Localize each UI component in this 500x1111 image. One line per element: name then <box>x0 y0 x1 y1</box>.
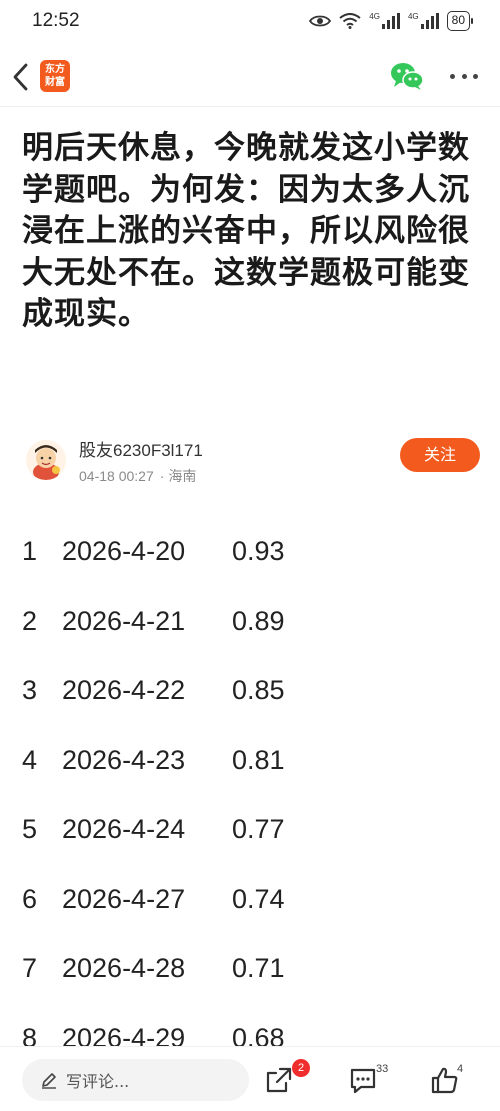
row-number: 2 <box>22 605 38 636</box>
wechat-share-button[interactable] <box>390 61 424 91</box>
comments-button[interactable] <box>348 1065 378 1095</box>
share-icon <box>266 1067 292 1093</box>
share-button[interactable] <box>264 1065 294 1095</box>
network-type-label: 4G <box>407 11 419 21</box>
row-date: 2026-4-27 <box>62 883 186 914</box>
back-arrow-icon <box>13 63 28 91</box>
avatar-icon <box>26 440 66 480</box>
row-date: 2026-4-22 <box>62 675 186 705</box>
row-number: 7 <box>22 953 38 983</box>
comment-bubble-icon <box>350 1068 376 1094</box>
row-number: 4 <box>22 744 38 775</box>
list-item: 6 2026-4-27 0.74 <box>22 878 482 948</box>
list-item: 3 2026-4-22 0.85 <box>22 669 482 739</box>
list-item: 4 2026-4-23 0.81 <box>22 739 482 809</box>
app-logo: 东方 财富 <box>40 60 70 92</box>
row-value: 0.93 <box>232 536 285 566</box>
row-date: 2026-4-28 <box>62 953 186 983</box>
row-number: 3 <box>22 675 38 705</box>
pencil-icon <box>42 1073 56 1089</box>
like-button[interactable] <box>430 1065 460 1095</box>
row-value: 0.74 <box>232 883 285 914</box>
row-date: 2026-4-20 <box>62 536 186 566</box>
comment-count: 33 <box>376 1063 389 1075</box>
comment-placeholder: 写评论... <box>66 1072 130 1091</box>
more-dot-icon <box>461 74 467 79</box>
list-item: 2 2026-4-21 0.89 <box>22 600 482 670</box>
list-item: 1 2026-4-20 0.93 <box>22 530 482 600</box>
status-icons: 4G 4G 80 <box>309 11 474 31</box>
row-value: 0.81 <box>232 744 285 775</box>
status-bar: 12:52 4G 4G 80 <box>0 0 500 44</box>
row-number: 6 <box>22 883 38 914</box>
list-item: 5 2026-4-24 0.77 <box>22 808 482 878</box>
comment-input[interactable]: 写评论... <box>22 1059 249 1101</box>
avatar[interactable] <box>26 440 66 480</box>
like-count: 4 <box>457 1063 464 1075</box>
row-number: 5 <box>22 814 38 844</box>
post-location: 海南 <box>168 468 197 484</box>
bottom-bar: 写评论... 2 33 4 <box>0 1046 500 1111</box>
thumbs-up-icon <box>431 1067 458 1094</box>
follow-button[interactable]: 关注 <box>400 438 480 472</box>
more-options-button[interactable] <box>450 74 478 82</box>
signal-icon <box>420 13 439 29</box>
status-time: 12:52 <box>32 10 80 31</box>
more-dot-icon <box>473 74 478 79</box>
app-logo-line2: 财富 <box>45 77 65 88</box>
author-name[interactable]: 股友6230F3l171 <box>79 436 203 461</box>
row-value: 0.71 <box>232 953 285 983</box>
app-logo-line1: 东方 <box>45 64 65 75</box>
wifi-icon <box>339 13 361 29</box>
signal-icon <box>381 13 400 29</box>
row-value: 0.85 <box>232 675 285 705</box>
nav-bar: 东方 财富 <box>0 50 500 104</box>
post-title: 明后天休息，今晚就发这小学数学题吧。为何发：因为太多人沉浸在上涨的兴奋中，所以风… <box>22 130 470 332</box>
list-item: 7 2026-4-28 0.71 <box>22 947 482 1017</box>
row-value: 0.89 <box>232 605 285 636</box>
row-number: 1 <box>22 536 38 566</box>
row-date: 2026-4-24 <box>62 814 186 844</box>
back-button[interactable] <box>8 60 36 94</box>
share-badge: 2 <box>292 1059 310 1077</box>
more-dot-icon <box>450 74 455 79</box>
meta-separator: · <box>159 468 165 484</box>
post-content: 1 2026-4-20 0.93 2 2026-4-21 0.89 3 2026-4-22 0.… <box>22 530 482 1086</box>
post-meta: 04-18 00:27 · 海南 <box>79 466 196 486</box>
row-date: 2026-4-21 <box>62 605 186 636</box>
network-type-label: 4G <box>369 11 380 21</box>
battery-indicator: 80 <box>446 11 474 31</box>
author-row: 股友6230F3l171 04-18 00:27 · 海南 关注 <box>22 436 480 486</box>
nav-divider <box>0 106 500 107</box>
row-date: 2026-4-23 <box>62 744 186 775</box>
wechat-icon <box>391 63 424 90</box>
post-timestamp: 04-18 00:27 <box>79 468 154 484</box>
eye-icon <box>309 15 332 27</box>
row-value: 0.77 <box>232 814 285 844</box>
